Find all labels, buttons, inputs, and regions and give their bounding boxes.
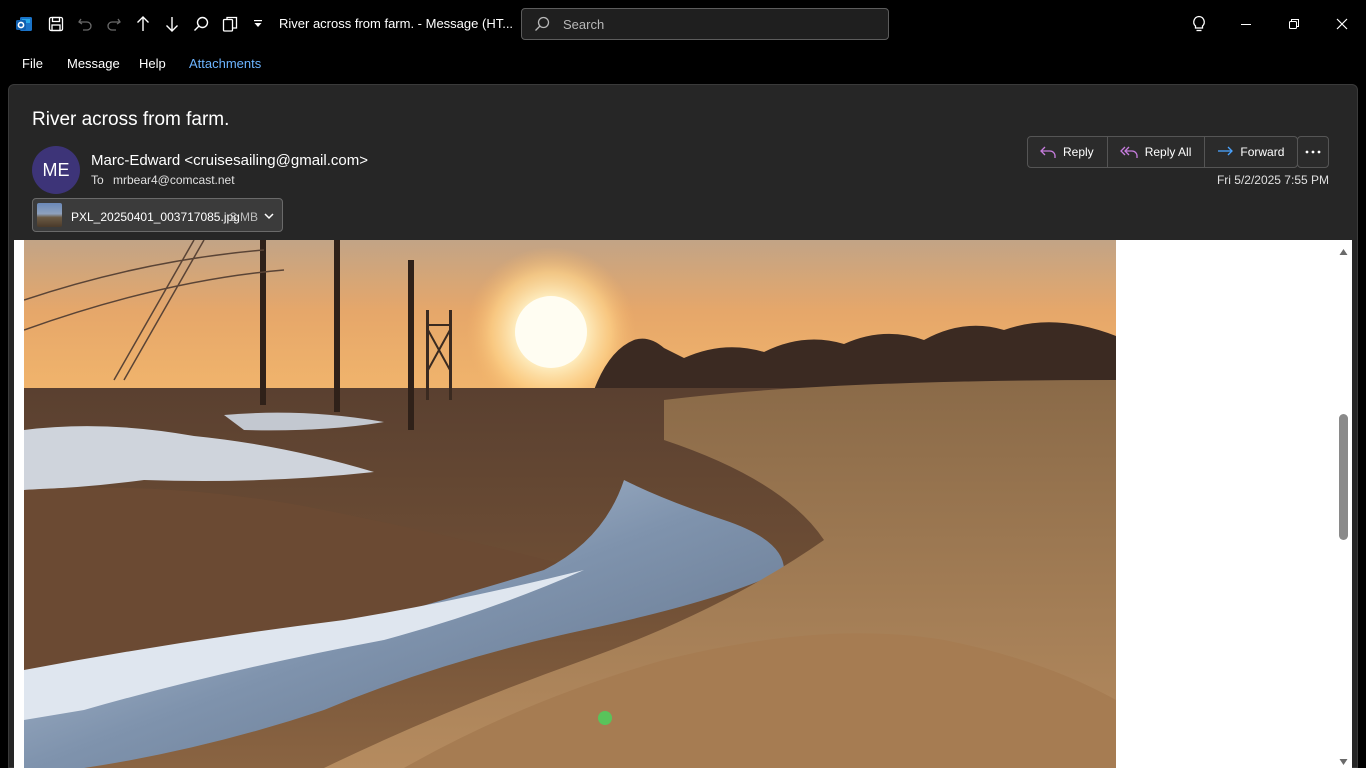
message-date: Fri 5/2/2025 7:55 PM (1216, 173, 1329, 187)
minimize-button[interactable] (1232, 10, 1260, 38)
sender-name[interactable]: Marc-Edward <cruisesailing@gmail.com> (91, 152, 368, 169)
menu-bar: File Message Help Attachments (0, 48, 1366, 80)
more-actions-button[interactable] (1297, 136, 1329, 168)
save-icon[interactable] (44, 12, 68, 36)
forward-button[interactable]: Forward (1205, 137, 1297, 167)
find-icon[interactable] (189, 12, 213, 36)
reply-all-label: Reply All (1144, 145, 1192, 159)
reply-button[interactable]: Reply (1028, 137, 1108, 167)
chevron-down-icon[interactable] (263, 209, 275, 227)
inline-photo[interactable] (24, 240, 1116, 768)
reply-all-icon (1119, 146, 1138, 158)
next-item-icon[interactable] (160, 12, 184, 36)
attachment-size: 3 MB (230, 210, 259, 224)
avatar[interactable]: ME (32, 146, 80, 194)
search-placeholder: Search (563, 17, 605, 32)
customize-toolbar-icon[interactable] (246, 12, 270, 36)
forward-icon (1218, 146, 1234, 156)
reply-all-button[interactable]: Reply All (1108, 137, 1206, 167)
message-body (14, 240, 1352, 768)
restore-button[interactable] (1280, 10, 1308, 38)
more-icon (1305, 150, 1321, 154)
scrollbar-thumb[interactable] (1339, 414, 1348, 540)
scroll-down-arrow-icon[interactable] (1339, 753, 1348, 768)
window-title: River across from farm. - Message (HT... (279, 16, 514, 31)
menu-help[interactable]: Help (139, 56, 166, 71)
reply-icon (1040, 146, 1056, 158)
close-button[interactable] (1328, 10, 1356, 38)
attachment-card[interactable]: PXL_20250401_003717085.jpg 3 MB (32, 198, 283, 232)
search-icon (534, 16, 550, 37)
reply-label: Reply (1063, 145, 1094, 159)
lightbulb-icon[interactable] (1185, 10, 1213, 38)
menu-file[interactable]: File (22, 56, 43, 71)
attachment-filename: PXL_20250401_003717085.jpg (71, 210, 240, 224)
redo-icon[interactable] (102, 12, 126, 36)
scroll-up-arrow-icon[interactable] (1339, 243, 1348, 261)
undo-icon[interactable] (73, 12, 97, 36)
outlook-icon (12, 12, 36, 36)
message-subject: River across from farm. (32, 109, 230, 130)
menu-message[interactable]: Message (67, 56, 120, 71)
attachment-thumbnail (37, 203, 62, 227)
search-input[interactable]: Search (521, 8, 889, 40)
title-bar: River across from farm. - Message (HT...… (0, 0, 1366, 48)
message-actions: Reply Reply All Forward (1027, 136, 1299, 168)
copy-icon[interactable] (218, 12, 242, 36)
to-label: To (91, 173, 104, 187)
forward-label: Forward (1240, 145, 1285, 159)
recipient[interactable]: mrbear4@comcast.net (113, 173, 235, 187)
previous-item-icon[interactable] (131, 12, 155, 36)
menu-attachments[interactable]: Attachments (189, 56, 261, 71)
cursor-indicator (598, 711, 612, 725)
